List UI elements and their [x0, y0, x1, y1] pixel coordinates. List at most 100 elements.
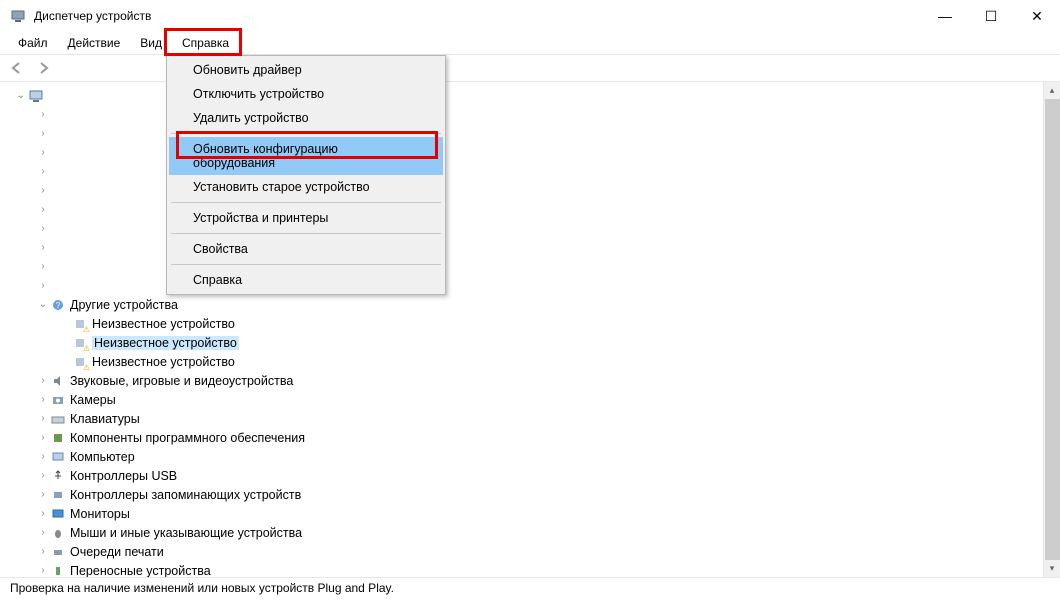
expand-icon[interactable]: › — [36, 261, 50, 272]
device-icon — [50, 107, 66, 123]
scroll-up-icon[interactable]: ▴ — [1044, 82, 1060, 99]
expand-icon[interactable]: › — [36, 166, 50, 177]
titlebar: Диспетчер устройств — ☐ ✕ — [0, 0, 1060, 32]
menu-remove-device[interactable]: Удалить устройство — [169, 106, 443, 130]
menu-disable-device[interactable]: Отключить устройство — [169, 82, 443, 106]
computer-label: Компьютер — [70, 450, 135, 464]
usb-icon — [50, 468, 66, 484]
menu-file[interactable]: Файл — [8, 33, 58, 53]
device-icon — [50, 145, 66, 161]
usb-label: Контроллеры USB — [70, 469, 177, 483]
expand-icon[interactable]: › — [36, 470, 50, 481]
expand-icon[interactable]: › — [36, 280, 50, 291]
unknown-device-row[interactable]: Неизвестное устройство — [58, 314, 1043, 333]
expand-icon[interactable]: › — [36, 489, 50, 500]
software-node[interactable]: ›Компоненты программного обеспечения — [36, 428, 1043, 447]
window-title: Диспетчер устройств — [34, 9, 922, 23]
computer-icon — [28, 88, 44, 104]
menu-help[interactable]: Справка — [172, 33, 239, 53]
unknown-device-row[interactable]: Неизвестное устройство — [58, 333, 1043, 352]
audio-label: Звуковые, игровые и видеоустройства — [70, 374, 293, 388]
audio-node[interactable]: › Звуковые, игровые и видеоустройства — [36, 371, 1043, 390]
expand-icon[interactable]: › — [36, 394, 50, 405]
action-menu-dropdown: Обновить драйвер Отключить устройство Уд… — [166, 55, 446, 295]
monitors-label: Мониторы — [70, 507, 130, 521]
device-icon — [50, 240, 66, 256]
device-icon — [50, 221, 66, 237]
expand-icon[interactable]: › — [36, 546, 50, 557]
collapse-icon[interactable]: ⌄ — [14, 90, 28, 101]
device-tree[interactable]: ⌄ › › › › › › › › › › ⌄ ? Другие устройс… — [0, 82, 1043, 577]
other-devices-label: Другие устройства — [70, 298, 178, 312]
software-icon — [50, 430, 66, 446]
computer-icon — [50, 449, 66, 465]
device-icon — [50, 202, 66, 218]
close-button[interactable]: ✕ — [1014, 1, 1060, 31]
menu-help[interactable]: Справка — [169, 268, 443, 292]
storage-node[interactable]: › Контроллеры запоминающих устройств — [36, 485, 1043, 504]
unknown-device-row[interactable]: Неизвестное устройство — [58, 352, 1043, 371]
device-icon — [50, 164, 66, 180]
menu-devices-printers[interactable]: Устройства и принтеры — [169, 206, 443, 230]
device-icon — [50, 183, 66, 199]
cameras-node[interactable]: ›Камеры — [36, 390, 1043, 409]
expand-icon[interactable]: › — [36, 451, 50, 462]
computer-node[interactable]: › Компьютер — [36, 447, 1043, 466]
keyboards-label: Клавиатуры — [70, 412, 140, 426]
menu-view[interactable]: Вид — [130, 33, 172, 53]
other-devices-node[interactable]: ⌄ ? Другие устройства — [36, 295, 1043, 314]
expand-icon[interactable]: › — [36, 223, 50, 234]
unknown-device-label: Неизвестное устройство — [92, 355, 235, 369]
usb-node[interactable]: › Контроллеры USB — [36, 466, 1043, 485]
portable-node[interactable]: › Переносные устройства — [36, 561, 1043, 577]
menu-separator — [171, 133, 441, 134]
keyboard-icon — [50, 411, 66, 427]
expand-icon[interactable]: › — [36, 185, 50, 196]
other-devices-icon: ? — [50, 297, 66, 313]
scrollbar[interactable]: ▴ ▾ — [1043, 82, 1060, 577]
window-controls: — ☐ ✕ — [922, 1, 1060, 31]
device-icon — [50, 259, 66, 275]
maximize-button[interactable]: ☐ — [968, 1, 1014, 31]
device-manager-window: Диспетчер устройств — ☐ ✕ Файл Действие … — [0, 0, 1060, 600]
unknown-device-icon — [72, 335, 88, 351]
mice-node[interactable]: › Мыши и иные указывающие устройства — [36, 523, 1043, 542]
menu-update-driver[interactable]: Обновить драйвер — [169, 58, 443, 82]
expand-icon[interactable]: › — [36, 375, 50, 386]
statusbar: Проверка на наличие изменений или новых … — [0, 578, 1060, 600]
print-queues-label: Очереди печати — [70, 545, 164, 559]
content-area: ⌄ › › › › › › › › › › ⌄ ? Другие устройс… — [0, 82, 1060, 578]
expand-icon[interactable]: › — [36, 527, 50, 538]
menu-action[interactable]: Действие — [58, 33, 131, 53]
expand-icon[interactable]: › — [36, 242, 50, 253]
expand-icon[interactable]: › — [36, 147, 50, 158]
menu-properties[interactable]: Свойства — [169, 237, 443, 261]
expand-icon[interactable]: › — [36, 508, 50, 519]
monitors-node[interactable]: › Мониторы — [36, 504, 1043, 523]
menu-scan-hardware[interactable]: Обновить конфигурацию оборудования — [169, 137, 443, 175]
unknown-device-label-selected: Неизвестное устройство — [92, 336, 239, 350]
scroll-down-icon[interactable]: ▾ — [1044, 560, 1060, 577]
scroll-thumb[interactable] — [1045, 99, 1060, 560]
camera-icon — [50, 392, 66, 408]
minimize-button[interactable]: — — [922, 1, 968, 31]
storage-label: Контроллеры запоминающих устройств — [70, 488, 301, 502]
expand-icon[interactable]: › — [36, 413, 50, 424]
storage-icon — [50, 487, 66, 503]
menu-install-legacy[interactable]: Установить старое устройство — [169, 175, 443, 199]
menu-separator — [171, 233, 441, 234]
expand-icon[interactable]: › — [36, 432, 50, 443]
forward-button[interactable] — [32, 57, 54, 79]
portable-label: Переносные устройства — [70, 564, 211, 578]
collapse-icon[interactable]: ⌄ — [36, 299, 50, 310]
expand-icon[interactable]: › — [36, 204, 50, 215]
print-queues-node[interactable]: › Очереди печати — [36, 542, 1043, 561]
keyboards-node[interactable]: › Клавиатуры — [36, 409, 1043, 428]
expand-icon[interactable]: › — [36, 128, 50, 139]
back-button[interactable] — [6, 57, 28, 79]
mice-label: Мыши и иные указывающие устройства — [70, 526, 302, 540]
expand-icon[interactable]: › — [36, 565, 50, 576]
portable-icon — [50, 563, 66, 578]
menu-separator — [171, 264, 441, 265]
expand-icon[interactable]: › — [36, 109, 50, 120]
